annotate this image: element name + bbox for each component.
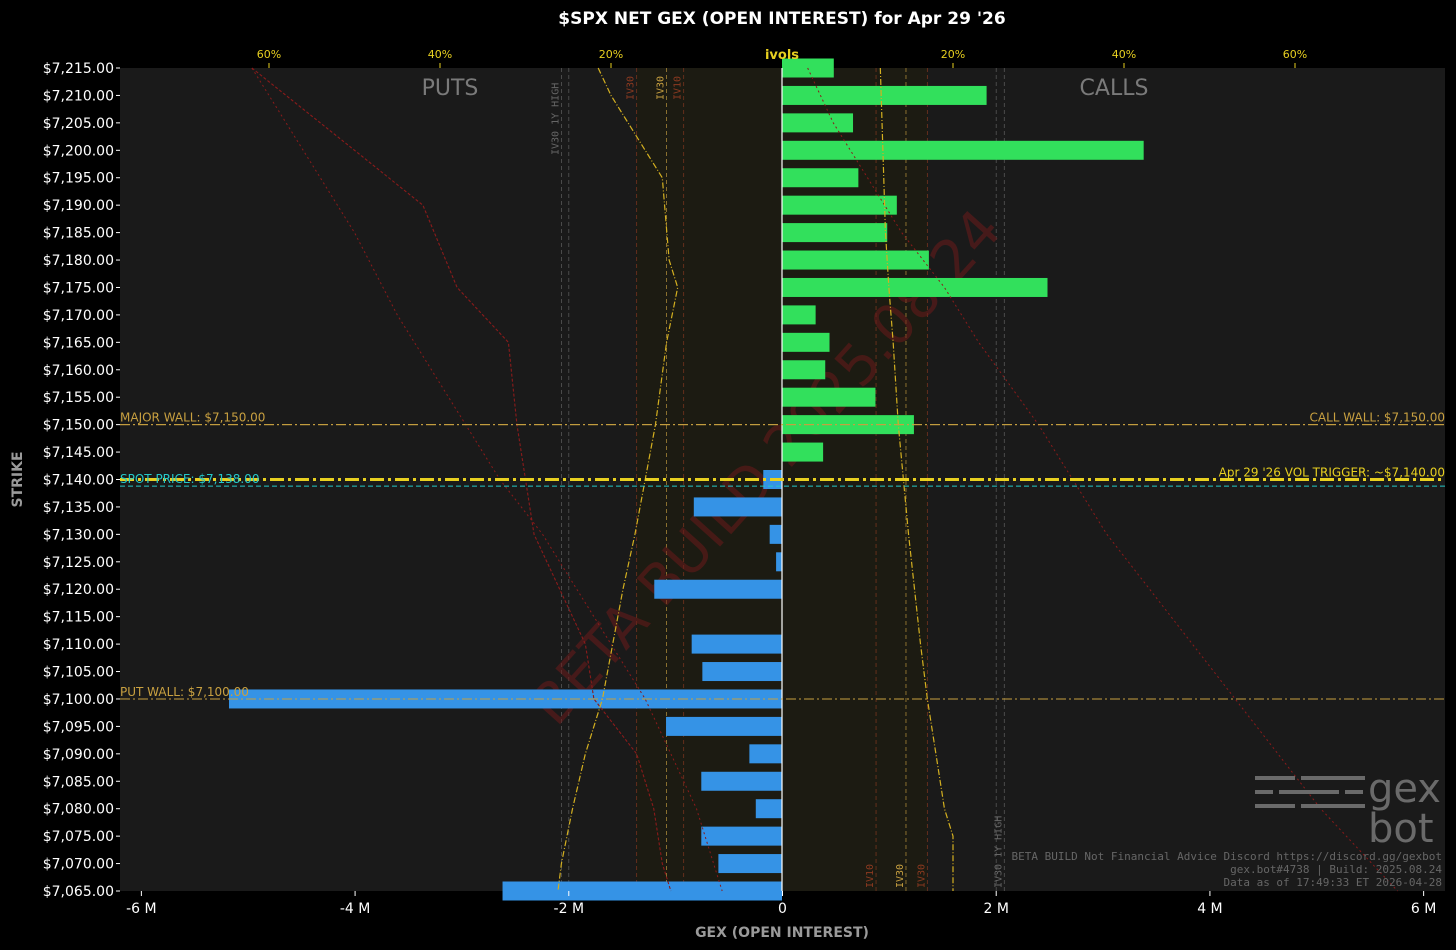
top-tick-label: 20% <box>941 48 965 61</box>
footer-line: Data as of 17:49:33 ET 2026-04-28 <box>1223 876 1442 889</box>
gex-chart-svg: IV30 1Y HIGH IV30 IV30 IV10 IV10 IV30 IV30 IV30… <box>10 9 1446 941</box>
gex-bar <box>782 305 816 325</box>
gex-chart: IV30 1Y HIGH IV30 IV30 IV10 IV10 IV30 IV30 IV30… <box>0 0 1456 950</box>
y-tick-label: $7,155.00 <box>43 390 114 406</box>
y-tick-label: $7,165.00 <box>43 335 114 351</box>
y-tick-label: $7,195.00 <box>43 171 114 187</box>
level-label: MAJOR WALL: $7,150.00 <box>120 411 265 425</box>
y-tick-label: $7,110.00 <box>43 637 114 653</box>
top-tick-label: 40% <box>1112 48 1136 61</box>
level-label: PUT WALL: $7,100.00 <box>120 685 249 699</box>
gex-bar <box>701 826 782 846</box>
gex-bar <box>782 140 1144 160</box>
x-tick-label: -2 M <box>554 901 585 917</box>
x-tick-label: 4 M <box>1197 901 1222 917</box>
puts-label: PUTS <box>422 76 479 101</box>
y-tick-label: $7,125.00 <box>43 555 114 571</box>
x-axis-label: GEX (OPEN INTEREST) <box>695 925 869 941</box>
y-tick-label: $7,200.00 <box>43 143 114 159</box>
footer-line: BETA BUILD Not Financial Advice Discord … <box>1012 850 1442 863</box>
gex-bar <box>782 250 929 270</box>
y-tick-label: $7,080.00 <box>43 802 114 818</box>
y-tick-label: $7,205.00 <box>43 116 114 132</box>
y-tick-label: $7,140.00 <box>43 473 114 489</box>
y-tick-label: $7,215.00 <box>43 61 114 77</box>
gex-bar <box>782 332 830 352</box>
chart-title: $SPX NET GEX (OPEN INTEREST) for Apr 29 … <box>558 9 1005 29</box>
y-tick-label: $7,100.00 <box>43 692 114 708</box>
gex-bar <box>782 223 888 243</box>
iv-line-label: IV30 <box>916 864 927 888</box>
gex-bar <box>749 744 782 764</box>
gex-bar <box>782 277 1048 297</box>
y-tick-label: $7,150.00 <box>43 418 114 434</box>
gex-bar <box>718 854 782 874</box>
y-tick-label: $7,090.00 <box>43 747 114 763</box>
y-tick-label: $7,130.00 <box>43 527 114 543</box>
y-tick-label: $7,160.00 <box>43 363 114 379</box>
gex-bar <box>755 799 782 819</box>
level-label: Apr 29 '26 VOL TRIGGER: ~$7,140.00 <box>1219 466 1445 480</box>
iv-line-label: IV30 1Y HIGH <box>993 816 1004 888</box>
top-tick-label: 40% <box>428 48 452 61</box>
top-tick-label: 60% <box>1283 48 1307 61</box>
gex-bar <box>654 579 782 599</box>
y-tick-label: $7,120.00 <box>43 582 114 598</box>
iv-line-label: IV10 <box>865 864 876 888</box>
y-tick-label: $7,170.00 <box>43 308 114 324</box>
iv-line-label: IV30 <box>656 76 667 100</box>
calls-label: CALLS <box>1080 76 1149 101</box>
gex-bar <box>782 113 854 133</box>
top-tick-label: 60% <box>257 48 281 61</box>
y-tick-label: $7,190.00 <box>43 198 114 214</box>
y-tick-label: $7,070.00 <box>43 857 114 873</box>
y-tick-label: $7,095.00 <box>43 719 114 735</box>
logo-text-bot: bot <box>1368 806 1434 852</box>
gex-bar <box>769 524 782 544</box>
footer-line: gex.bot#4738 | Build: 2025.08.24 <box>1230 863 1442 876</box>
x-tick-label: -6 M <box>126 901 157 917</box>
gex-bar <box>691 634 782 654</box>
gex-bar <box>782 195 897 215</box>
gex-bar <box>701 771 782 791</box>
y-tick-label: $7,115.00 <box>43 610 114 626</box>
gex-bar <box>782 387 876 407</box>
y-tick-label: $7,065.00 <box>43 884 114 900</box>
level-label: CALL WALL: $7,150.00 <box>1310 411 1446 425</box>
gex-bar <box>776 552 782 572</box>
x-tick-label: 6 M <box>1411 901 1436 917</box>
y-tick-label: $7,085.00 <box>43 774 114 790</box>
iv-line-label: IV10 <box>673 76 684 100</box>
y-axis-label: STRIKE <box>10 451 26 507</box>
iv-line-label: IV30 1Y HIGH <box>550 83 561 155</box>
x-tick-label: -4 M <box>340 901 371 917</box>
y-tick-label: $7,210.00 <box>43 88 114 104</box>
gex-bar <box>502 881 782 901</box>
x-tick-label: 2 M <box>983 901 1008 917</box>
top-tick-label: 20% <box>599 48 623 61</box>
gex-bar <box>782 442 824 462</box>
gex-bar <box>782 168 859 188</box>
top-axis-title: ivols <box>765 48 799 63</box>
y-tick-label: $7,185.00 <box>43 226 114 242</box>
gex-bar <box>702 662 782 682</box>
y-tick-label: $7,145.00 <box>43 445 114 461</box>
y-tick-label: $7,075.00 <box>43 829 114 845</box>
level-label: SPOT PRICE: $7,138.00 <box>120 472 259 486</box>
y-tick-label: $7,175.00 <box>43 280 114 296</box>
y-tick-label: $7,180.00 <box>43 253 114 269</box>
y-tick-label: $7,135.00 <box>43 500 114 516</box>
x-tick-label: 0 <box>778 901 787 917</box>
y-tick-label: $7,105.00 <box>43 665 114 681</box>
iv-line-label: IV30 <box>626 76 637 100</box>
gex-bar <box>693 497 782 517</box>
iv-line-label: IV30 <box>895 864 906 888</box>
gex-bar <box>666 716 782 736</box>
gex-bar <box>782 85 987 105</box>
gex-bar <box>782 360 826 380</box>
